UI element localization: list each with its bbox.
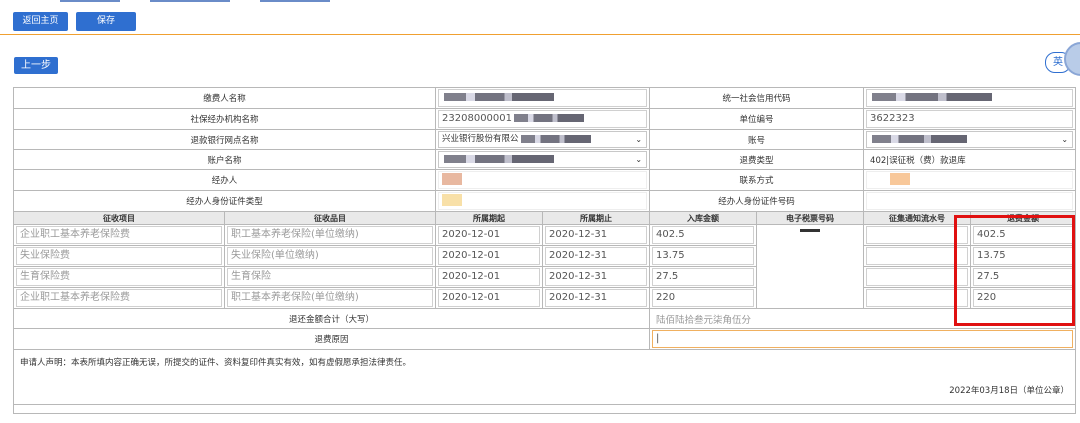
- agent-field[interactable]: [435, 169, 651, 191]
- reason-input[interactable]: |: [649, 328, 1077, 350]
- top-tab-strip: [0, 0, 1080, 4]
- period-start-field[interactable]: 2020-12-01: [435, 224, 544, 246]
- agent-id-no-label: 经办人身份证件号码: [649, 190, 865, 212]
- agency-label: 社保经办机构名称: [12, 108, 437, 130]
- table-row: 失业保险费 失业保险(单位缴纳) 2020-12-01 2020-12-31 1…: [13, 245, 1077, 267]
- sub-item-field[interactable]: 失业保险(单位缴纳): [223, 245, 437, 267]
- total-label: 退还金额合计（大写）: [12, 308, 651, 329]
- prev-step-button[interactable]: 上一步: [14, 57, 58, 74]
- agent-id-no-field[interactable]: [863, 190, 1077, 212]
- period-start-field[interactable]: 2020-12-01: [435, 287, 544, 309]
- chevron-down-icon: ⌄: [635, 135, 643, 144]
- period-end-field[interactable]: 2020-12-31: [542, 224, 651, 246]
- item-field[interactable]: 企业职工基本养老保险费: [13, 287, 225, 309]
- payer-name-field[interactable]: [435, 87, 651, 109]
- agency-field[interactable]: 23208000001: [435, 108, 651, 130]
- chevron-down-icon: ⌄: [1061, 135, 1069, 144]
- agent-id-type-field[interactable]: [435, 190, 651, 212]
- item-field[interactable]: 失业保险费: [13, 245, 225, 267]
- unit-no-label: 单位编号: [649, 108, 865, 130]
- period-end-field[interactable]: 2020-12-31: [542, 287, 651, 309]
- col-header: 电子税票号码: [756, 211, 865, 225]
- col-header: 所属期起: [435, 211, 544, 225]
- refund-amount-highlight: [954, 215, 1075, 326]
- sub-item-field[interactable]: 职工基本养老保险(单位缴纳): [223, 224, 437, 246]
- account-name-label: 账户名称: [12, 149, 437, 170]
- contact-field[interactable]: [863, 169, 1077, 191]
- amount-field[interactable]: 402.5: [649, 224, 758, 246]
- refund-form-table: 缴费人名称 统一社会信用代码 社保经办机构名称 23208000001 单位编号…: [12, 87, 1077, 414]
- payer-name-label: 缴费人名称: [12, 87, 437, 109]
- period-end-field[interactable]: 2020-12-31: [542, 266, 651, 288]
- footer-row: [12, 404, 1077, 414]
- account-no-label: 账号: [649, 129, 865, 150]
- col-header: 征收项目: [13, 211, 225, 225]
- table-row: 生育保险费 生育保险 2020-12-01 2020-12-31 27.5 27…: [13, 266, 1077, 288]
- table-row: 企业职工基本养老保险费 职工基本养老保险(单位缴纳) 2020-12-01 20…: [13, 287, 1077, 309]
- credit-code-label: 统一社会信用代码: [649, 87, 865, 109]
- agent-id-type-label: 经办人身份证件类型: [12, 190, 437, 212]
- item-field[interactable]: 企业职工基本养老保险费: [13, 224, 225, 246]
- amount-field[interactable]: 27.5: [649, 266, 758, 288]
- item-field[interactable]: 生育保险费: [13, 266, 225, 288]
- sub-item-field[interactable]: 职工基本养老保险(单位缴纳): [223, 287, 437, 309]
- chevron-down-icon: ⌄: [635, 155, 643, 164]
- col-header: 所属期止: [542, 211, 651, 225]
- table-row: 企业职工基本养老保险费 职工基本养老保险(单位缴纳) 2020-12-01 20…: [13, 224, 1077, 309]
- account-name-select[interactable]: ⌄: [435, 149, 651, 170]
- amount-field[interactable]: 220: [649, 287, 758, 309]
- detail-table-header: 征收项目 征收品目 所属期起 所属期止 入库金额 电子税票号码 征集通知流水号 …: [13, 211, 1077, 225]
- reason-label: 退费原因: [12, 328, 651, 350]
- home-button[interactable]: 返回主页: [13, 12, 68, 31]
- e-ticket-no-cell: [756, 224, 865, 309]
- refund-type-label: 退费类型: [649, 149, 865, 170]
- date-stamp: 2022年03月18日（单位公章）: [949, 386, 1070, 396]
- period-start-field[interactable]: 2020-12-01: [435, 245, 544, 267]
- save-button[interactable]: 保存: [76, 12, 136, 31]
- refund-type-value: 402|误征税（费）款退库: [863, 149, 1077, 170]
- credit-code-field[interactable]: [863, 87, 1077, 109]
- amount-field[interactable]: 13.75: [649, 245, 758, 267]
- contact-label: 联系方式: [649, 169, 865, 191]
- sub-item-field[interactable]: 生育保险: [223, 266, 437, 288]
- bank-label: 退款银行网点名称: [12, 129, 437, 150]
- bank-select[interactable]: 兴业银行股份有限公 ⌄: [435, 129, 651, 150]
- agent-label: 经办人: [12, 169, 437, 191]
- col-header: 征收品目: [223, 211, 437, 225]
- account-no-select[interactable]: ⌄: [863, 129, 1077, 150]
- unit-no-field[interactable]: 3622323: [863, 108, 1077, 130]
- declaration-cell: 申请人声明：本表所填内容正确无误，所提交的证件、资料复印件真实有效，如有虚假愿承…: [12, 349, 1077, 405]
- col-header: 入库金额: [649, 211, 758, 225]
- period-start-field[interactable]: 2020-12-01: [435, 266, 544, 288]
- toolbar: 返回主页 保存: [0, 0, 1080, 35]
- declaration-text: 申请人声明：本表所填内容正确无误，所提交的证件、资料复印件真实有效，如有虚假愿承…: [20, 358, 412, 368]
- period-end-field[interactable]: 2020-12-31: [542, 245, 651, 267]
